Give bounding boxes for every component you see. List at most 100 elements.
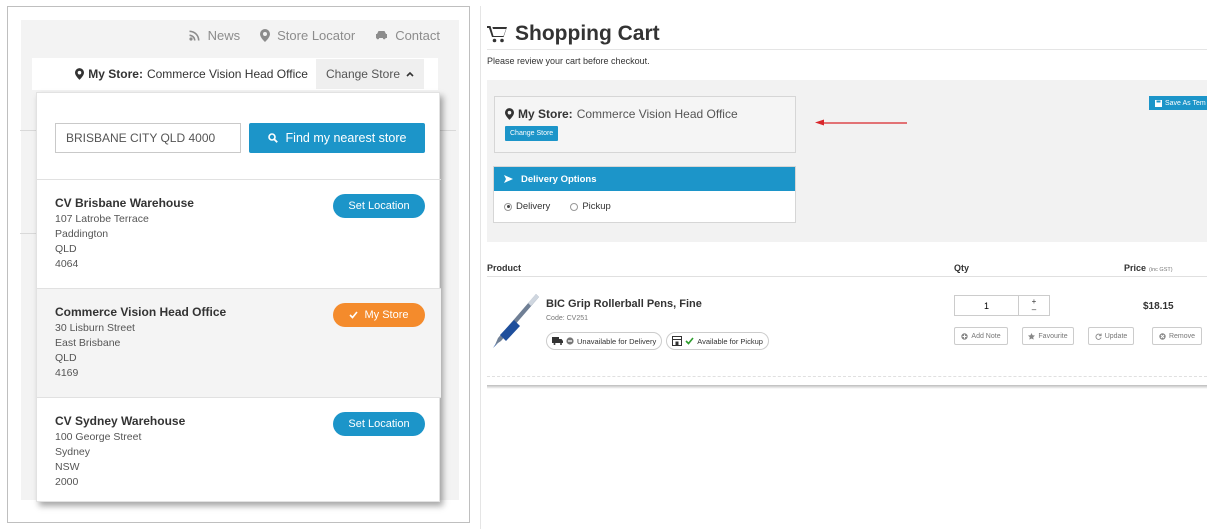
column-qty: Qty — [954, 263, 970, 273]
store-state: QLD — [55, 243, 77, 255]
store-state: NSW — [55, 461, 80, 473]
map-pin-icon — [75, 68, 85, 80]
decrement-icon[interactable]: – — [1032, 305, 1036, 314]
my-store-label: My Store: — [518, 107, 573, 121]
item-price: $18.15 — [1143, 301, 1174, 312]
column-price-note: (inc GST) — [1149, 267, 1173, 273]
nav-news-label: News — [207, 27, 241, 43]
save-as-template-label: Save As Tem — [1165, 99, 1206, 107]
top-nav: News Store Locator Contact — [120, 20, 440, 50]
cart-table-header: Product Qty Price (inc GST) — [487, 263, 1207, 277]
nav-store-locator[interactable]: Store Locator — [260, 28, 355, 43]
favourite-label: Favourite — [1038, 332, 1068, 340]
change-store-label: Change Store — [325, 67, 400, 81]
quantity-input[interactable]: 1 — [955, 296, 1019, 315]
my-store-value: Commerce Vision Head Office — [146, 67, 308, 81]
annotation-arrow — [815, 119, 907, 126]
pickup-availability-badge: Available for Pickup — [666, 332, 769, 350]
store-postcode: 4064 — [55, 258, 79, 270]
search-icon — [267, 133, 278, 143]
location-search-input[interactable]: BRISBANE CITY QLD 4000 — [55, 123, 241, 153]
add-note-label: Add Note — [971, 332, 1001, 340]
remove-button[interactable]: Remove — [1152, 327, 1202, 345]
availability-row: Unavailable for Delivery Available for P… — [546, 332, 769, 350]
car-icon — [376, 31, 388, 40]
my-store-value: Commerce Vision Head Office — [576, 107, 738, 121]
favourite-button[interactable]: Favourite — [1022, 327, 1074, 345]
my-store-box: My Store: Commerce Vision Head Office Ch… — [494, 96, 796, 153]
page-title-text: Shopping Cart — [515, 22, 660, 45]
pickup-status-text: Available for Pickup — [697, 336, 763, 346]
store-suburb: Sydney — [55, 446, 91, 458]
store-suburb: East Brisbane — [55, 337, 121, 349]
radio-empty-icon — [570, 202, 579, 211]
page-subtitle: Please review your cart before checkout. — [487, 56, 650, 66]
store-postcode: 2000 — [55, 476, 79, 488]
plus-circle-icon — [961, 332, 969, 340]
product-code: Code: CV251 — [546, 315, 589, 322]
page: News Store Locator Contact My Store: Com… — [0, 0, 1207, 529]
nav-contact-label: Contact — [395, 27, 440, 43]
cart-icon — [487, 26, 507, 43]
store-state: QLD — [55, 352, 77, 364]
quantity-stepper: 1 + – — [954, 295, 1050, 316]
store-postcode: 4169 — [55, 367, 79, 379]
header-rule — [487, 276, 1207, 277]
save-as-template-button[interactable]: Save As Tem — [1149, 96, 1207, 110]
refresh-icon — [1095, 332, 1102, 340]
check-icon — [349, 311, 359, 319]
title-rule — [487, 49, 1207, 50]
find-nearest-store-button[interactable]: Find my nearest store — [249, 123, 425, 153]
store-suburb: Paddington — [55, 228, 109, 240]
truck-icon — [552, 337, 563, 345]
pickup-radio[interactable]: Pickup — [570, 201, 611, 212]
column-product: Product — [487, 263, 522, 273]
store-icon — [672, 336, 683, 346]
change-store-button[interactable]: Change Store — [505, 126, 559, 141]
nav-contact[interactable]: Contact — [375, 28, 440, 43]
my-store-label: My Store: — [88, 67, 143, 81]
store-item-brisbane-warehouse: CV Brisbane Warehouse 107 Latrobe Terrac… — [37, 179, 441, 288]
map-pin-icon — [260, 28, 271, 42]
delivery-radio-label: Delivery — [516, 201, 551, 212]
update-label: Update — [1104, 332, 1128, 340]
row-divider — [487, 376, 1207, 377]
delivery-options-header: Delivery Options — [494, 167, 795, 191]
add-note-button[interactable]: Add Note — [954, 327, 1008, 345]
send-icon — [504, 175, 513, 183]
find-nearest-store-label: Find my nearest store — [285, 131, 407, 145]
my-store-button[interactable]: My Store — [333, 303, 425, 327]
set-location-button[interactable]: Set Location — [333, 194, 425, 218]
store-search-row: BRISBANE CITY QLD 4000 Find my nearest s… — [55, 123, 425, 153]
set-location-button[interactable]: Set Location — [333, 412, 425, 436]
check-icon — [685, 337, 694, 345]
star-icon — [1028, 332, 1036, 340]
screenshot-edge-shadow — [487, 385, 1207, 389]
store-item-head-office: Commerce Vision Head Office 30 Lisburn S… — [37, 288, 441, 397]
delivery-options-list: Delivery Pickup — [494, 191, 795, 222]
my-store-bar: My Store: Commerce Vision Head Office Ch… — [32, 58, 438, 90]
remove-icon — [1159, 332, 1166, 340]
delivery-radio[interactable]: Delivery — [504, 201, 550, 212]
divider — [440, 130, 456, 131]
remove-label: Remove — [1168, 332, 1196, 340]
column-price-label: Price — [1124, 263, 1147, 273]
delivery-options-box: Delivery Options Delivery Pickup — [493, 166, 796, 223]
pickup-radio-label: Pickup — [582, 201, 611, 212]
delivery-status-text: Unavailable for Delivery — [577, 336, 657, 346]
change-store-toggle[interactable]: Change Store — [315, 59, 424, 89]
chevron-up-icon — [406, 71, 414, 77]
quantity-step-buttons: + – — [1019, 296, 1049, 315]
update-button[interactable]: Update — [1088, 327, 1134, 345]
rss-icon — [189, 30, 200, 41]
save-icon — [1155, 99, 1162, 107]
unavailable-icon — [566, 337, 574, 345]
panel-divider — [480, 6, 481, 529]
store-dropdown: BRISBANE CITY QLD 4000 Find my nearest s… — [36, 92, 441, 502]
nav-news[interactable]: News — [189, 27, 241, 43]
map-pin-icon — [505, 108, 514, 120]
product-name[interactable]: BIC Grip Rollerball Pens, Fine — [546, 298, 702, 310]
my-store-line: My Store: Commerce Vision Head Office — [505, 107, 785, 121]
column-price: Price (inc GST) — [1124, 263, 1173, 273]
radio-selected-icon — [504, 202, 512, 211]
